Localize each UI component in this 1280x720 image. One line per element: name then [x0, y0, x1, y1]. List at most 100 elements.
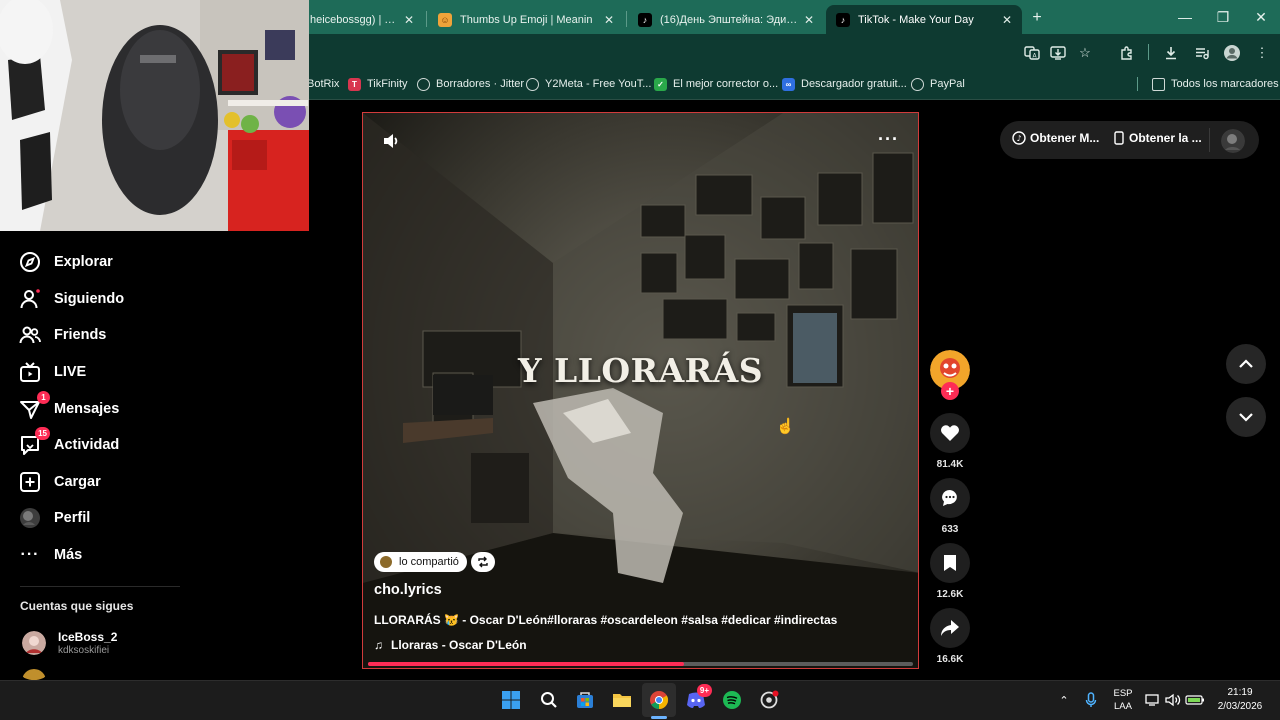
music-title: Lloraras - Oscar D'León — [391, 638, 527, 652]
sidebar-item-mensajes[interactable]: 1 Mensajes — [18, 391, 119, 422]
following-section-title: Cuentas que sigues — [20, 599, 134, 613]
sidebar-item-label: Cargar — [54, 474, 101, 490]
globe-icon — [526, 77, 539, 91]
sidebar-item-siguiendo[interactable]: Siguiendo — [18, 286, 124, 312]
get-coins-button[interactable]: ♪ Obtener M... — [1012, 131, 1099, 145]
sidebar-item-friends[interactable]: Friends — [18, 322, 106, 348]
sound-toggle[interactable] — [381, 131, 401, 156]
new-tab-button[interactable]: + — [1027, 8, 1047, 28]
share-button[interactable] — [930, 608, 970, 648]
profile-avatar-icon[interactable] — [1222, 43, 1242, 63]
bookmark-label: BotRix — [307, 78, 340, 90]
browser-tab[interactable]: heicebossgg) | TikT ✕ — [300, 5, 424, 34]
like-button[interactable] — [930, 413, 970, 453]
restore-icon[interactable]: ❐ — [1204, 0, 1242, 34]
next-video-button[interactable] — [1226, 397, 1266, 437]
bookmark-tikfinity[interactable]: T TikFinity — [348, 76, 408, 92]
save-button[interactable] — [930, 543, 970, 583]
bookmark-corrector[interactable]: ✓ El mejor corrector o... — [654, 76, 778, 92]
sidebar-item-label: Friends — [54, 327, 107, 343]
heart-icon — [941, 425, 959, 441]
bookmark-label: TikFinity — [367, 78, 408, 90]
messages-icon: 1 — [18, 391, 50, 421]
get-coins-label: Obtener M... — [1030, 131, 1100, 145]
messages-badge: 1 — [37, 391, 50, 404]
get-app-button[interactable]: Obtener la ... — [1114, 131, 1202, 145]
music-info[interactable]: ♫ Lloraras - Oscar D'León — [374, 638, 527, 652]
account-name: IceBoss_2 — [58, 630, 118, 644]
tray-overflow-icon[interactable]: ⌃ — [1054, 680, 1074, 720]
close-icon[interactable]: ✕ — [404, 13, 414, 27]
bookmark-paypal[interactable]: PayPal — [911, 76, 965, 92]
close-icon[interactable]: ✕ — [604, 13, 614, 27]
language-code: ESP — [1113, 688, 1133, 699]
microphone-icon[interactable] — [1081, 680, 1101, 720]
previous-video-button[interactable] — [1226, 344, 1266, 384]
browser-menu-icon[interactable]: ⋮ — [1252, 43, 1272, 63]
comment-button[interactable] — [930, 478, 970, 518]
browser-tab[interactable]: ☺ Thumbs Up Emoji | Meanin ✕ — [428, 5, 624, 34]
video-player[interactable]: ··· Y LLORARÁS lo compartió cho.lyrics L… — [362, 112, 919, 669]
get-app-label: Obtener la ... — [1129, 131, 1202, 145]
spotify-icon[interactable] — [719, 680, 745, 720]
sidebar-item-live[interactable]: LIVE — [18, 359, 86, 385]
sidebar-item-perfil[interactable]: Perfil — [18, 505, 90, 531]
close-icon[interactable]: ✕ — [804, 13, 814, 27]
extensions-icon[interactable] — [1117, 43, 1137, 63]
windows-start-icon[interactable] — [498, 680, 524, 720]
install-app-icon[interactable] — [1048, 43, 1068, 63]
sidebar-item-mas[interactable]: ··· Más — [18, 542, 83, 568]
store-icon[interactable] — [572, 680, 598, 720]
sidebar-item-explorar[interactable]: Explorar — [18, 249, 113, 275]
shared-by-pill[interactable]: lo compartió — [374, 552, 467, 572]
window-close-icon[interactable]: ✕ — [1242, 0, 1280, 34]
search-icon[interactable] — [536, 680, 562, 720]
progress-track[interactable] — [368, 662, 913, 666]
sidebar-item-cargar[interactable]: Cargar — [18, 469, 101, 495]
bookmark-descargador[interactable]: ∞ Descargador gratuit... — [782, 76, 907, 92]
bookmark-y2meta[interactable]: Y2Meta - Free YouT... — [526, 76, 651, 92]
browser-tab-active[interactable]: ♪ TikTok - Make Your Day ✕ — [826, 5, 1022, 34]
browser-tab[interactable]: ♪ (16)День Эпштейна: Эдит и Ог ✕ — [628, 5, 824, 34]
translate-icon[interactable]: A — [1022, 43, 1042, 63]
follow-plus-button[interactable]: + — [941, 382, 959, 400]
close-icon[interactable]: ✕ — [1002, 13, 1012, 27]
toolbar-divider — [1148, 44, 1149, 60]
chrome-icon[interactable] — [642, 683, 676, 717]
account-handle: kdksoskifiei — [58, 645, 110, 656]
bookmark-jitter[interactable]: Borradores · Jitter — [417, 76, 524, 92]
tiktok-icon: ♪ — [836, 12, 850, 27]
globe-icon — [911, 77, 924, 91]
user-avatar[interactable] — [1221, 129, 1245, 153]
sidebar-item-actividad[interactable]: 15 Actividad — [18, 427, 119, 458]
following-account[interactable]: IceBoss_2 kdksoskifiei — [20, 628, 220, 658]
bookmark-botrix[interactable]: BotRix — [307, 76, 339, 92]
shared-label: lo compartió — [399, 556, 459, 568]
clock[interactable]: 21:19 2/03/2026 — [1210, 680, 1270, 720]
corrector-icon: ✓ — [654, 77, 667, 91]
volume-tray-icon[interactable] — [1164, 680, 1182, 720]
battery-icon[interactable] — [1184, 680, 1206, 720]
download-icon[interactable] — [1161, 43, 1181, 63]
all-bookmarks[interactable]: Todos los marcadores — [1152, 76, 1279, 92]
phone-icon — [1114, 131, 1124, 145]
activity-badge: 15 — [35, 427, 50, 440]
author-name[interactable]: cho.lyrics — [374, 582, 442, 598]
tab-divider — [626, 11, 627, 27]
bookmark-star-icon[interactable]: ☆ — [1075, 43, 1095, 63]
discord-icon[interactable]: 9+ — [683, 680, 712, 720]
media-queue-icon[interactable] — [1192, 43, 1212, 63]
app-settings-icon[interactable] — [756, 680, 782, 720]
webcam-overlay — [0, 0, 309, 231]
file-explorer-icon[interactable] — [609, 680, 635, 720]
share-count: 16.6K — [936, 654, 964, 665]
minimize-icon[interactable]: — — [1166, 0, 1204, 34]
bookmark-label: Todos los marcadores — [1171, 78, 1279, 90]
chevron-down-icon — [1239, 413, 1253, 422]
account-avatar[interactable] — [22, 669, 46, 680]
more-options-icon[interactable]: ··· — [878, 129, 899, 150]
repost-button[interactable] — [471, 552, 495, 572]
emojipedia-icon: ☺ — [438, 12, 452, 27]
input-language[interactable]: ESP LAA — [1108, 680, 1138, 720]
network-icon[interactable] — [1144, 680, 1162, 720]
